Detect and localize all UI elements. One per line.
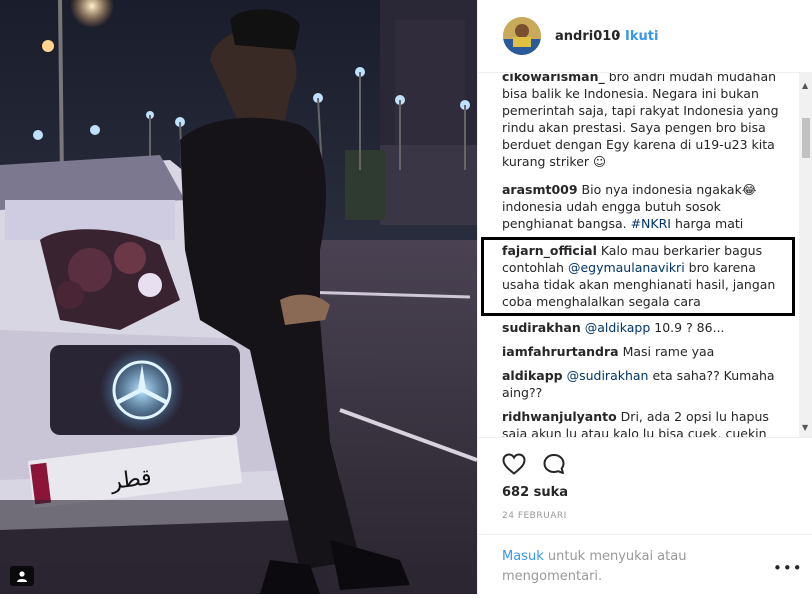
comment-username[interactable]: aldikapp [502, 368, 563, 383]
mention-link[interactable]: @sudirakhan [567, 368, 649, 383]
comment-text: harga mati [670, 216, 744, 231]
comment-item: iamfahrurtandra Masi rame yaa [502, 343, 792, 360]
mention-link[interactable]: @aldikapp [585, 320, 651, 335]
scrollbar-thumb[interactable] [802, 118, 810, 158]
login-link[interactable]: Masuk [502, 549, 544, 564]
scroll-up-arrow-icon[interactable]: ▲ [802, 81, 808, 90]
comment-text: Masi rame yaa [618, 344, 715, 359]
comment-item: cikowarisman_ bro andri mudah mudahan bi… [502, 73, 792, 170]
post-sidebar: andri010 • Ikuti cikowarisman_ bro andri… [477, 0, 812, 594]
comment-item: sudirakhan @aldikapp 10.9 ? 86... [502, 319, 792, 336]
post-photo-image: قطر [0, 0, 477, 594]
comment-username[interactable]: cikowarisman_ [502, 73, 605, 84]
comment-username[interactable]: ridhwanjulyanto [502, 409, 617, 424]
comment-bubble-icon[interactable] [542, 453, 566, 479]
login-prompt: Masuk untuk menyukai atau mengomentari. … [478, 534, 812, 599]
comment-item: aldikapp @sudirakhan eta saha?? Kumaha a… [502, 367, 792, 401]
highlight-box [481, 237, 795, 316]
avatar[interactable] [503, 17, 541, 55]
comment-item: arasmt009 Bio nya indonesia ngakak😂 indo… [502, 181, 792, 232]
comment-username[interactable]: arasmt009 [502, 182, 578, 197]
comment-scrollbar[interactable]: ▲ ▼ [799, 73, 812, 437]
login-prompt-text: Masuk untuk menyukai atau mengomentari. [502, 547, 722, 587]
post-header: andri010 • Ikuti [478, 0, 812, 73]
more-options-icon[interactable]: ••• [773, 559, 803, 577]
comment-text: bro andri mudah mudahan bisa balik ke In… [502, 73, 779, 169]
comment-username[interactable]: sudirakhan [502, 320, 581, 335]
like-count[interactable]: 682 suka [502, 485, 568, 500]
heart-icon[interactable] [502, 453, 526, 479]
comment-text: 10.9 ? 86... [650, 320, 725, 335]
username-link[interactable]: andri010 [555, 29, 620, 44]
comment-item: ridhwanjulyanto Dri, ada 2 opsi lu hapus… [502, 408, 792, 437]
separator-dot: • [614, 29, 622, 44]
comment-username[interactable]: iamfahrurtandra [502, 344, 619, 359]
user-tag-icon[interactable] [10, 566, 34, 586]
post-date[interactable]: 24 FEBRUARI [502, 511, 567, 521]
comment-list[interactable]: cikowarisman_ bro andri mudah mudahan bi… [478, 73, 812, 437]
hashtag-link[interactable]: #NKRI [631, 216, 671, 231]
post-actions: 682 suka 24 FEBRUARI Masuk untuk menyuka… [478, 437, 812, 598]
scroll-down-arrow-icon[interactable]: ▼ [802, 423, 808, 432]
follow-button[interactable]: Ikuti [625, 29, 658, 44]
license-plate-text: قطر [109, 465, 153, 495]
post-photo[interactable]: قطر [0, 0, 477, 594]
